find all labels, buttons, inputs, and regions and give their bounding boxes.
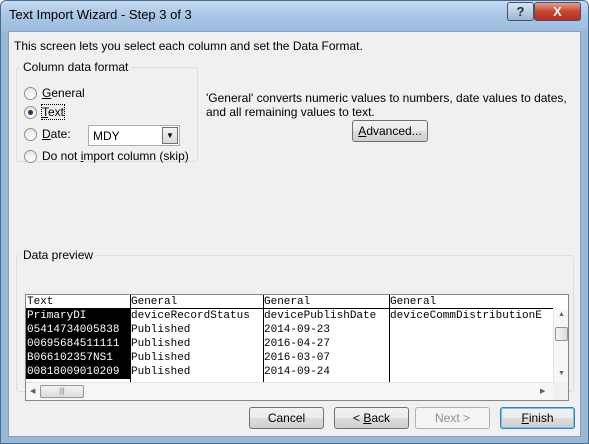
- scroll-right-icon[interactable]: ▶: [540, 387, 545, 395]
- finish-label-accel: F: [521, 411, 529, 425]
- column-data-format-group: Column data format General Text Date: MD…: [16, 60, 198, 163]
- preview-cell: 05414734005838: [27, 324, 120, 336]
- radio-skip-circle[interactable]: [24, 149, 37, 163]
- data-preview-group: Data preview Text PrimaryDI 05414734005838…: [16, 248, 574, 401]
- dialog-body: This screen lets you select each column …: [8, 31, 581, 437]
- next-button-label: Next >: [434, 411, 470, 425]
- back-button[interactable]: < Back: [334, 407, 409, 429]
- finish-label-b: inish: [528, 411, 554, 425]
- preview-cell: Published: [131, 338, 191, 350]
- date-format-value: MDY: [93, 128, 120, 143]
- horizontal-scrollbar[interactable]: ◀ ||| ▶: [26, 382, 553, 400]
- preview-cell: Published: [131, 366, 191, 378]
- preview-column-body: deviceCommDistributionE: [389, 309, 553, 379]
- data-preview-table[interactable]: Text PrimaryDI 05414734005838 0069568451111…: [25, 294, 569, 401]
- finish-button[interactable]: Finish: [500, 407, 575, 429]
- radio-skip[interactable]: Do not import column (skip): [24, 149, 189, 163]
- preview-grid[interactable]: Text PrimaryDI 05414734005838 0069568451111…: [26, 295, 553, 382]
- cancel-button-label: Cancel: [267, 411, 306, 425]
- vertical-scrollbar[interactable]: ▲ ▼: [553, 309, 568, 382]
- vertical-scroll-thumb[interactable]: [555, 327, 568, 341]
- advanced-label-b: dvanced...: [366, 124, 422, 138]
- preview-cell: Published: [131, 324, 191, 336]
- scroll-up-icon[interactable]: ▲: [558, 311, 565, 318]
- radio-date[interactable]: Date: MDY ▼: [24, 125, 189, 146]
- preview-column[interactable]: General deviceRecordStatus Published Publis…: [130, 295, 263, 382]
- preview-cell: deviceCommDistributionE: [390, 310, 542, 322]
- preview-cell: 00695684511111: [27, 338, 120, 350]
- preview-cell: [389, 337, 553, 351]
- close-icon: X: [553, 4, 562, 19]
- radio-general[interactable]: General: [24, 86, 85, 100]
- radio-selected-dot: [28, 109, 33, 115]
- preview-cell: 00818009010209: [27, 366, 120, 378]
- scroll-down-icon[interactable]: ▼: [558, 370, 565, 377]
- format-description: 'General' converts numeric values to num…: [206, 91, 567, 119]
- preview-column-header[interactable]: General: [389, 295, 553, 309]
- radio-skip-label-b: mport column (skip): [83, 149, 189, 163]
- preview-cell: Published: [131, 352, 191, 364]
- chevron-down-icon[interactable]: ▼: [162, 127, 178, 144]
- preview-cell: B066102357NS1: [27, 352, 113, 364]
- help-icon: ?: [516, 4, 525, 19]
- horizontal-scroll-thumb[interactable]: |||: [40, 385, 84, 398]
- preview-cell: [389, 323, 553, 337]
- preview-column-header[interactable]: General: [130, 295, 263, 309]
- column-break-line[interactable]: [130, 295, 131, 382]
- advanced-button-label: Advanced...: [358, 124, 421, 138]
- next-button[interactable]: Next >: [415, 407, 490, 429]
- radio-general-label: General: [42, 86, 85, 100]
- back-label-b: ack: [371, 411, 391, 425]
- help-button[interactable]: ?: [507, 2, 534, 21]
- preview-column-body: devicePublishDate 2014-09-23 2016-04-27 201…: [263, 309, 389, 379]
- column-break-line[interactable]: [389, 295, 390, 382]
- radio-date-label: Date:: [42, 127, 71, 141]
- radio-text-label-rest: ext: [48, 105, 65, 119]
- preview-cell: deviceRecordStatus: [131, 310, 250, 322]
- radio-text-label: Text: [40, 104, 66, 120]
- preview-column[interactable]: General devicePublishDate 2014-09-23 2016-0…: [263, 295, 389, 382]
- finish-button-label: Finish: [521, 411, 553, 425]
- scroll-left-icon[interactable]: ◀: [30, 387, 35, 395]
- preview-cell: [389, 351, 553, 365]
- date-format-select[interactable]: MDY ▼: [88, 125, 180, 146]
- preview-cell: devicePublishDate: [264, 310, 377, 322]
- back-label-a: <: [352, 411, 364, 425]
- title-bar[interactable]: Text Import Wizard - Step 3 of 3 ? X: [1, 1, 588, 31]
- preview-column-header[interactable]: Text: [26, 295, 130, 309]
- preview-column-body: PrimaryDI 05414734005838 00695684511111 B06…: [26, 309, 130, 379]
- preview-cell: 2016-03-07: [264, 352, 331, 364]
- radio-general-circle[interactable]: [24, 86, 37, 100]
- close-button[interactable]: X: [534, 2, 581, 21]
- data-preview-legend: Data preview: [23, 248, 94, 262]
- preview-cell: 2016-04-27: [264, 338, 331, 350]
- scroll-corner: [553, 382, 568, 400]
- cancel-button[interactable]: Cancel: [249, 407, 324, 429]
- intro-text: This screen lets you select each column …: [14, 39, 363, 53]
- column-break-line[interactable]: [263, 295, 264, 382]
- preview-column-header[interactable]: General: [263, 295, 389, 309]
- preview-column-body: deviceRecordStatus Published Published Publ…: [130, 309, 263, 379]
- preview-cell: PrimaryDI: [27, 310, 87, 322]
- radio-general-label-rest: eneral: [51, 86, 85, 100]
- radio-text[interactable]: Text: [24, 104, 66, 120]
- text-import-wizard-dialog: Text Import Wizard - Step 3 of 3 ? X Thi…: [0, 0, 589, 444]
- radio-date-label-rest: ate:: [50, 127, 71, 141]
- column-data-format-legend: Column data format: [23, 60, 129, 74]
- preview-cell: 2014-09-24: [264, 366, 331, 378]
- preview-cell: 2014-09-23: [264, 324, 331, 336]
- radio-text-circle[interactable]: [24, 105, 37, 119]
- preview-column[interactable]: General deviceCommDistributionE: [389, 295, 553, 382]
- advanced-button[interactable]: Advanced...: [352, 120, 428, 142]
- preview-column[interactable]: Text PrimaryDI 05414734005838 0069568451111…: [26, 295, 130, 382]
- radio-date-circle[interactable]: [24, 127, 37, 141]
- window-title: Text Import Wizard - Step 3 of 3: [9, 7, 192, 22]
- radio-skip-label: Do not import column (skip): [42, 149, 189, 163]
- radio-skip-label-a: Do not: [42, 149, 81, 163]
- preview-cell: [389, 365, 553, 379]
- back-button-label: < Back: [353, 411, 390, 425]
